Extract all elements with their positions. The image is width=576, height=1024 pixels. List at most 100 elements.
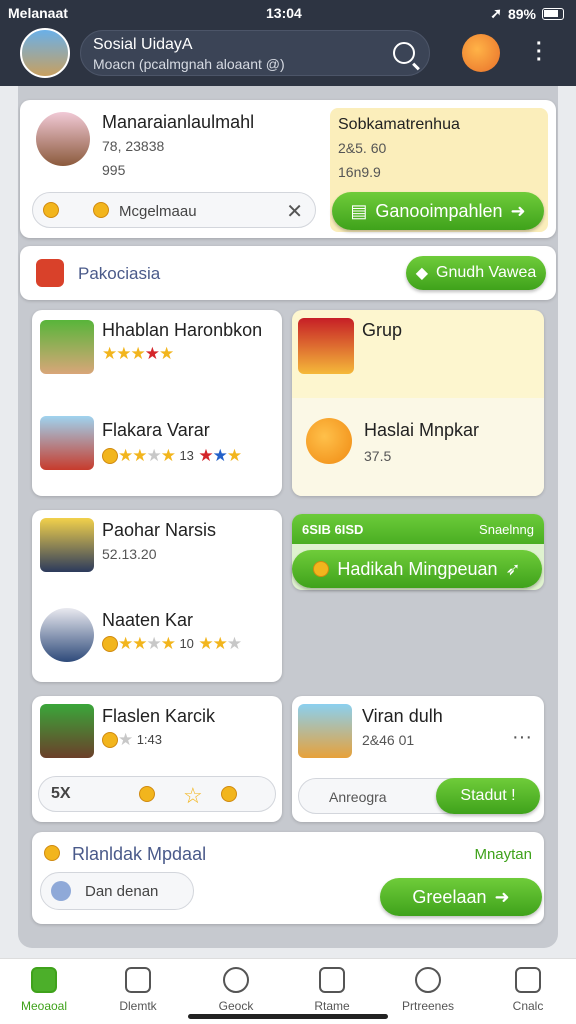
nav-item-friends[interactable]: Prtreenes	[388, 967, 468, 1013]
friend-card[interactable]: Hhablan Haronbkon ★★★★★ Flakara Varar ★★…	[32, 310, 282, 496]
battery-label: 89%	[507, 5, 536, 22]
vivian-button-label: Stadut !	[460, 787, 516, 804]
clock-icon	[51, 881, 71, 901]
right-title: Sobkamatrenhua	[338, 116, 460, 133]
app-title: Sosial UidayA	[93, 36, 193, 53]
profile-avatar[interactable]	[36, 112, 90, 166]
friend-name: Naaten Kar	[102, 610, 194, 630]
home-indicator	[188, 1014, 388, 1019]
nav-item-messages[interactable]: Dlemtk	[98, 967, 178, 1013]
nav-label: Geock	[218, 999, 254, 1013]
profile-name: Manaraianlaulmahl	[102, 112, 255, 132]
rating-stars: ★★★★★	[102, 344, 174, 363]
leaf-icon: ◆	[415, 265, 429, 282]
bottom-button-label: Greelaan	[412, 886, 487, 907]
bottom-card: Rlanldak Mpdaal Mnaytan Dan denan Greela…	[32, 832, 544, 924]
right-line2: 16n9.9	[338, 164, 381, 180]
orange-icon	[306, 418, 352, 464]
search-icon[interactable]	[393, 42, 415, 64]
nav-label: Meoaoal	[20, 999, 68, 1013]
coin-icon	[139, 786, 155, 802]
section-button[interactable]: ◆ Gnudh Vawea	[406, 256, 546, 290]
gift-button-label: Hadikah Mingpeuan	[337, 558, 498, 579]
gift-header-left: 6SIB 6ISD	[302, 522, 364, 537]
arrow-right-icon: ➜	[494, 886, 510, 907]
friend-card[interactable]: Paohar Narsis 52.13.20 Naaten Kar ★★★★ 1…	[32, 510, 282, 682]
friend-name: Flaslen Karcik	[102, 706, 216, 726]
signal-icon: ➚	[490, 5, 502, 21]
more-icon[interactable]: ···	[512, 726, 532, 749]
status-bar: Melanaat 13:04 ➚ 89%	[0, 0, 576, 26]
nav-item-home[interactable]: Meoaoal	[4, 967, 84, 1013]
vivian-input-value: Anreogra	[329, 789, 387, 805]
profile-line1: 78, 23838	[102, 138, 165, 154]
user-avatar[interactable]	[20, 28, 70, 78]
close-icon[interactable]: ✕	[286, 199, 303, 224]
vivian-avatar	[298, 704, 352, 758]
bottom-button[interactable]: Greelaan ➜	[380, 878, 542, 916]
profile-card: Manaraianlaulmahl 78, 23838 995 Mcgelmaa…	[20, 100, 556, 238]
friend-name: Hhablan Haronbkon	[102, 320, 263, 340]
group-item-name: Haslai Mnpkar	[364, 420, 480, 440]
profile-input[interactable]: Mcgelmaau ✕	[32, 192, 316, 228]
star-icon: ☆	[183, 783, 203, 808]
more-menu-icon[interactable]: · · ·	[536, 34, 543, 70]
bottom-input[interactable]: Dan denan	[40, 872, 194, 910]
gift-button[interactable]: Hadikah Mingpeuan ➶	[292, 550, 542, 588]
rating-stars: ★ 1:43	[102, 730, 162, 750]
profile-action-label: Ganooimpahlen	[375, 200, 503, 221]
friend-avatar	[40, 704, 94, 758]
bottom-right-label: Mnaytan	[474, 846, 532, 863]
vivian-name: Viran dulh	[362, 706, 443, 726]
doc-icon: ▤	[350, 200, 368, 221]
nav-item-settings[interactable]: Cnalc	[488, 967, 568, 1013]
friend-name: Flakara Varar	[102, 420, 210, 440]
friend-line: 52.13.20	[102, 546, 157, 562]
vivian-card[interactable]: Viran dulh 2&46 01 ··· Anreogra Stadut !	[292, 696, 544, 822]
coin-icon	[43, 202, 59, 218]
nav-label: Cnalc	[512, 999, 544, 1013]
rewards-row[interactable]: 5X ☆	[38, 776, 276, 812]
coin-icon	[221, 786, 237, 802]
section-label: Pakociasia	[78, 264, 161, 283]
search-box[interactable]: Sosial UidayA Moacn (pcalmgnah aloaant @…	[80, 30, 430, 76]
people-icon	[415, 967, 441, 993]
nav-label: Prtreenes	[401, 999, 455, 1013]
mascot-icon[interactable]	[462, 34, 500, 72]
rewards-label: 5X	[51, 785, 71, 802]
friend-card[interactable]: Flaslen Karcik ★ 1:43 5X ☆	[32, 696, 282, 822]
group-icon	[298, 318, 354, 374]
gift-coin-icon	[313, 561, 330, 577]
shield-icon	[515, 967, 541, 993]
carrier-label: Melanaat	[8, 5, 68, 21]
clock: 13:04	[266, 5, 302, 21]
shield-icon	[93, 202, 109, 218]
nav-label: Rtame	[314, 999, 350, 1013]
friend-avatar	[40, 320, 94, 374]
app-subtitle: Moacn (pcalmgnah aloaant @)	[93, 56, 285, 72]
group-card[interactable]: Grup Haslai Mnpkar 37.5	[292, 310, 544, 496]
nav-item-edit[interactable]: Rtame	[292, 967, 372, 1013]
profile-line2: 995	[102, 162, 126, 178]
home-icon	[31, 967, 57, 993]
leaf-icon: ➶	[505, 558, 521, 579]
bottom-input-value: Dan denan	[85, 883, 159, 900]
status-icons: ➚ 89%	[490, 5, 564, 22]
friend-avatar	[40, 416, 94, 470]
friend-name: Paohar Narsis	[102, 520, 217, 540]
friend-avatar	[40, 518, 94, 572]
vivian-button[interactable]: Stadut !	[436, 778, 540, 814]
edit-icon	[319, 967, 345, 993]
nav-item-check[interactable]: Geock	[196, 967, 276, 1013]
group-item-value: 37.5	[364, 448, 392, 464]
section-button-label: Gnudh Vawea	[436, 264, 537, 281]
battery-icon	[542, 7, 564, 20]
rating-stars: ★★★★ 10 ★★★	[102, 634, 242, 654]
image-icon	[125, 967, 151, 993]
app-header: Sosial UidayA Moacn (pcalmgnah aloaant @…	[0, 26, 576, 86]
gift-card: 6SIB 6ISD Snaelnng Hadikah Mingpeuan ➶	[292, 514, 544, 590]
friend-avatar	[40, 608, 94, 662]
profile-action-button[interactable]: ▤ Ganooimpahlen ➜	[332, 192, 544, 230]
check-icon	[223, 967, 249, 993]
nav-label: Dlemtk	[119, 999, 157, 1013]
